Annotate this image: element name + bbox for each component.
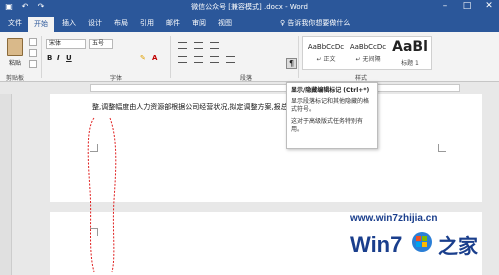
watermark-logo-text: Win7 <box>350 232 402 257</box>
tooltip-description: 显示段落标记和其他隐藏的格式符号。 <box>291 98 370 113</box>
watermark-logo: Win7 之家 <box>350 232 479 258</box>
tooltip-title: 显示/隐藏编辑标记 (Ctrl+*) <box>291 87 370 94</box>
watermark-url: www.win7zhijia.cn <box>350 213 438 224</box>
annotation-bracket <box>87 117 117 273</box>
tooltip-note: 这对于高级版式任务特别有用。 <box>291 118 364 133</box>
tooltip: 显示/隐藏编辑标记 (Ctrl+*) 显示段落标记和其他隐藏的格式符号。 这对于… <box>286 82 378 149</box>
svg-text:之家: 之家 <box>438 234 479 258</box>
